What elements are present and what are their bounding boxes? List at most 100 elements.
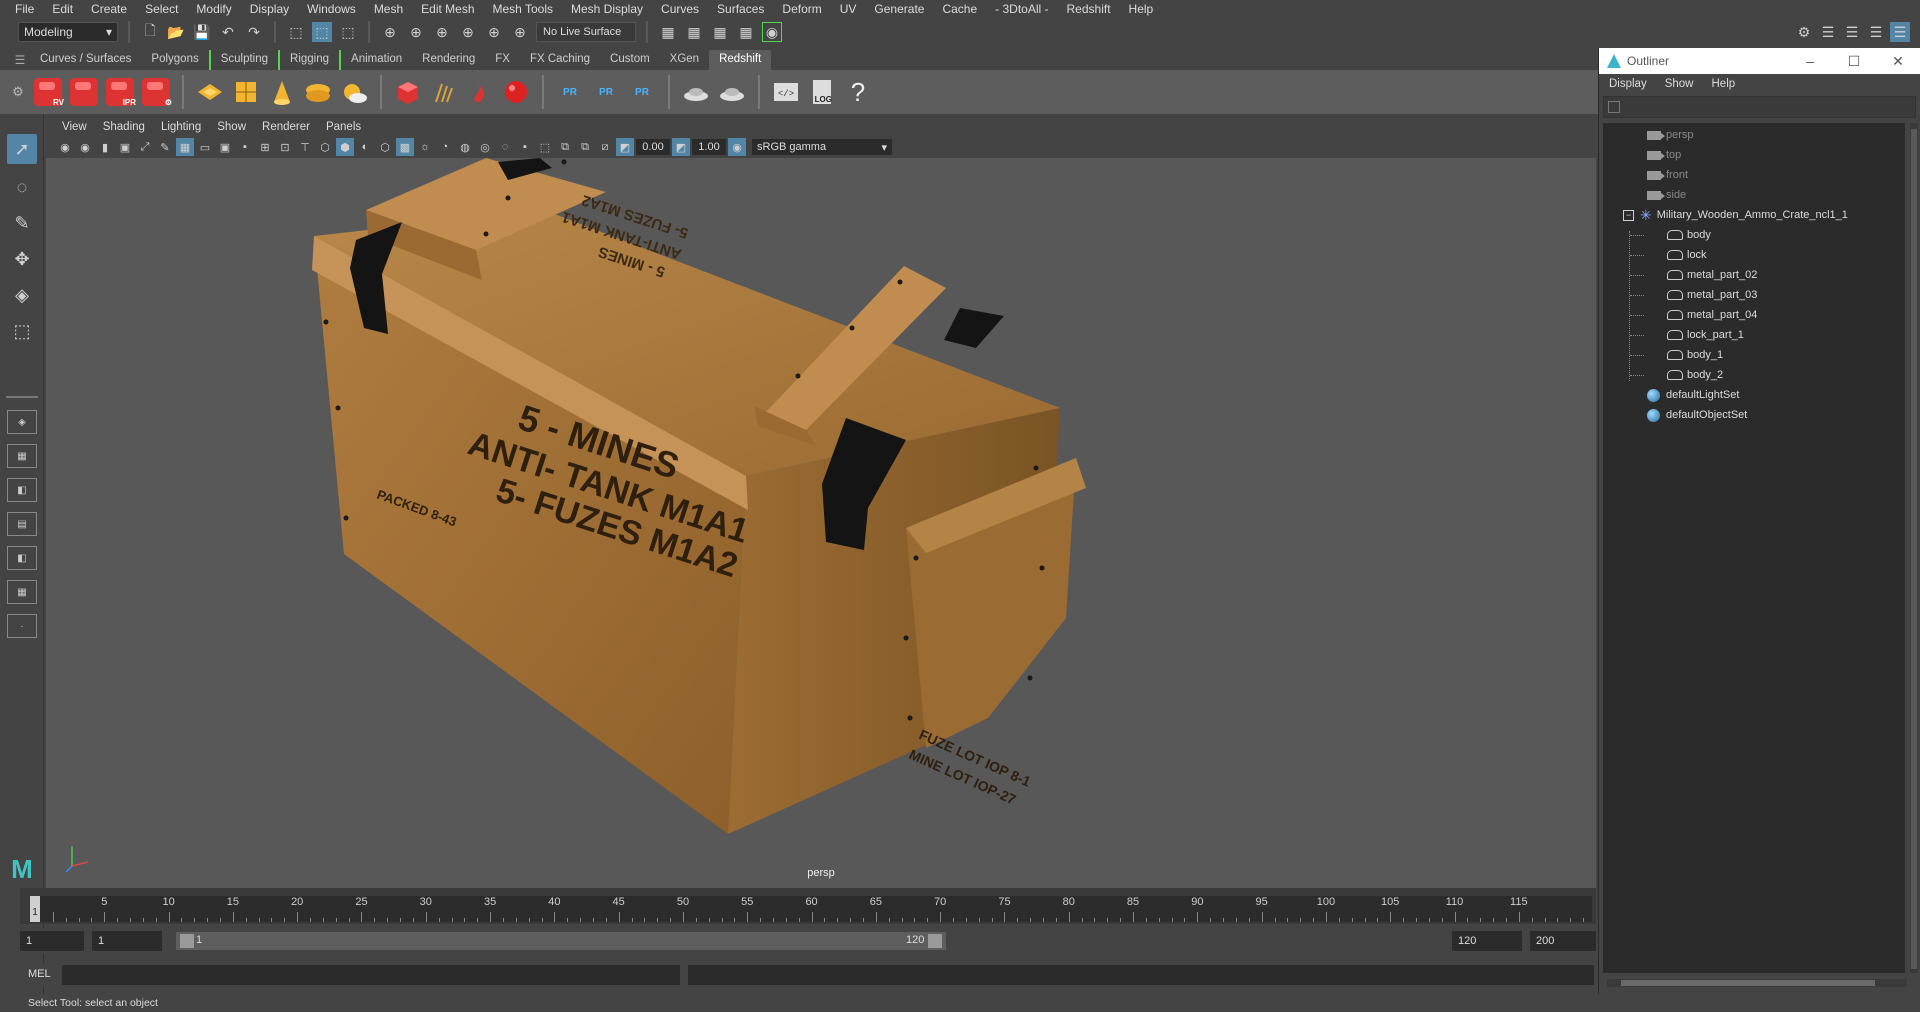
color-management-icon[interactable]: ◉: [728, 138, 746, 156]
minimize-icon[interactable]: –: [1788, 53, 1832, 70]
field-chart-icon[interactable]: ⊞: [256, 138, 274, 156]
current-time-marker[interactable]: 1: [30, 896, 40, 922]
menu-edit-mesh[interactable]: Edit Mesh: [412, 2, 483, 16]
camera-select-icon[interactable]: ◉: [56, 138, 74, 156]
screen-space-ao-icon[interactable]: ◍: [456, 138, 474, 156]
shelf-tab-fx-caching[interactable]: FX Caching: [520, 50, 600, 70]
undo-icon[interactable]: ↶: [218, 22, 238, 42]
gamma-field[interactable]: 1.00: [692, 139, 726, 155]
outliner-item-metal-part-04[interactable]: metal_part_04: [1667, 305, 1757, 325]
ies-light-icon[interactable]: [302, 76, 334, 108]
range-slider-bar[interactable]: 1 120: [176, 932, 946, 950]
time-slider[interactable]: 5 10 15 20 25 30 35 40 45 50 55 60 65 70 75 80 85 90 95 100…: [20, 888, 1596, 924]
redshift-render-view-icon[interactable]: RV: [32, 76, 64, 108]
outliner-menu-help[interactable]: Help: [1712, 78, 1736, 90]
spot-light-icon[interactable]: [266, 76, 298, 108]
paint-select-tool-icon[interactable]: ✎: [7, 208, 37, 238]
time-slider-track[interactable]: 5 10 15 20 25 30 35 40 45 50 55 60 65 70 75 80 85 90 95 100…: [36, 896, 1592, 922]
log-icon[interactable]: LOG: [806, 76, 838, 108]
gamma-icon[interactable]: ◩: [672, 138, 690, 156]
outliner-vertical-scrollbar[interactable]: [1910, 123, 1918, 973]
workspace-icon[interactable]: ⚙: [1794, 22, 1814, 42]
use-all-lights-icon[interactable]: ☼: [416, 138, 434, 156]
render-view-icon[interactable]: ▦: [658, 22, 678, 42]
open-scene-icon[interactable]: 📂: [166, 22, 186, 42]
range-start-handle[interactable]: [180, 934, 194, 948]
view-transform-dropdown[interactable]: sRGB gamma ▾: [752, 139, 892, 155]
outliner-item-defaultlightset[interactable]: defaultLightSet: [1647, 385, 1739, 405]
filter-icon[interactable]: [1608, 101, 1620, 113]
snap-curve-icon[interactable]: ⊕: [406, 22, 426, 42]
outliner-item-top[interactable]: top: [1647, 145, 1681, 165]
shelf-tab-fx[interactable]: FX: [485, 50, 520, 70]
command-input[interactable]: [62, 965, 680, 985]
layout-graph-icon[interactable]: ◧: [7, 546, 37, 570]
menu-display[interactable]: Display: [241, 2, 298, 16]
2d-pan-zoom-icon[interactable]: ⤢: [136, 138, 154, 156]
menu-edit[interactable]: Edit: [43, 2, 82, 16]
multisample-aa-icon[interactable]: ◌: [496, 138, 514, 156]
snap-surface-icon[interactable]: ⊕: [484, 22, 504, 42]
menu-create[interactable]: Create: [82, 2, 136, 16]
pr-swap-icon[interactable]: PR: [626, 76, 658, 108]
move-tool-icon[interactable]: ✥: [7, 244, 37, 274]
panel-menu-panels[interactable]: Panels: [318, 121, 369, 133]
grease-pencil-icon[interactable]: ✎: [156, 138, 174, 156]
shelf-menu-icon[interactable]: ☰: [10, 50, 30, 70]
outliner-item-metal-part-03[interactable]: metal_part_03: [1667, 285, 1757, 305]
physical-light-icon[interactable]: [230, 76, 262, 108]
save-scene-icon[interactable]: 💾: [192, 22, 212, 42]
menu-set-dropdown[interactable]: Modeling ▾: [18, 22, 118, 42]
outliner-menu-display[interactable]: Display: [1609, 78, 1647, 90]
film-gate-icon[interactable]: ▭: [196, 138, 214, 156]
outliner-list[interactable]: persp top front side − ✳ Military_Wooden_Ammo_…: [1603, 123, 1905, 973]
maximize-icon[interactable]: ☐: [1832, 53, 1876, 70]
render-frame-icon[interactable]: ▦: [684, 22, 704, 42]
snap-grid-icon[interactable]: ⊕: [380, 22, 400, 42]
viewport-persp[interactable]: 5 - MINES ANTI-TANK M1A1 5- FUZES M1A2 5…: [46, 158, 1596, 888]
attribute-editor-icon[interactable]: ☰: [1818, 22, 1838, 42]
layout-more-icon[interactable]: ·: [7, 614, 37, 638]
textured-icon[interactable]: ▩: [396, 138, 414, 156]
outliner-item-lock[interactable]: lock: [1667, 245, 1707, 265]
outliner-item-body[interactable]: body: [1667, 225, 1711, 245]
redshift-settings-icon[interactable]: ⚙: [140, 76, 172, 108]
panel-menu-view[interactable]: View: [54, 121, 95, 133]
outliner-filter-bar[interactable]: [1603, 96, 1916, 118]
range-end-handle[interactable]: [928, 934, 942, 948]
shelf-tab-animation[interactable]: Animation: [341, 50, 412, 70]
select-tool-icon[interactable]: ➚: [7, 134, 37, 164]
pr-export-icon[interactable]: PR: [590, 76, 622, 108]
ipr-render-icon[interactable]: ▦: [710, 22, 730, 42]
anim-end-field[interactable]: 120: [1452, 931, 1522, 951]
outliner-item-front[interactable]: front: [1647, 165, 1688, 185]
end-time-field[interactable]: 200: [1530, 931, 1596, 951]
menu-modify[interactable]: Modify: [187, 2, 240, 16]
shelf-tab-custom[interactable]: Custom: [600, 50, 660, 70]
xray-icon[interactable]: ⧉: [556, 138, 574, 156]
collapse-icon[interactable]: −: [1623, 209, 1634, 221]
gate-mask-icon[interactable]: ▪: [236, 138, 254, 156]
panel-menu-show[interactable]: Show: [209, 121, 254, 133]
script-language-label[interactable]: MEL: [28, 968, 51, 980]
outliner-item-persp[interactable]: persp: [1647, 125, 1694, 145]
material-ball-icon[interactable]: [500, 76, 532, 108]
snap-plane-icon[interactable]: ⊕: [510, 22, 530, 42]
live-surface-field[interactable]: No Live Surface: [536, 22, 636, 42]
outliner-item-side[interactable]: side: [1647, 185, 1686, 205]
grid-toggle-icon[interactable]: ▦: [176, 138, 194, 156]
shelf-tab-curves-surfaces[interactable]: Curves / Surfaces: [30, 50, 141, 70]
redo-icon[interactable]: ↷: [244, 22, 264, 42]
select-hierarchy-icon[interactable]: ⬚: [286, 22, 306, 42]
use-default-material-icon[interactable]: ◐: [356, 138, 374, 156]
resolution-gate-icon[interactable]: ▣: [216, 138, 234, 156]
menu-3dtoall[interactable]: - 3DtoAll -: [986, 2, 1057, 16]
menu-mesh-display[interactable]: Mesh Display: [562, 2, 652, 16]
sun-sky-icon[interactable]: [338, 76, 370, 108]
menu-help[interactable]: Help: [1120, 2, 1163, 16]
bake-icon[interactable]: [680, 76, 712, 108]
hypershade-icon[interactable]: ◉: [762, 22, 782, 42]
new-scene-icon[interactable]: 🗋: [140, 22, 160, 42]
menu-redshift[interactable]: Redshift: [1058, 2, 1120, 16]
menu-mesh-tools[interactable]: Mesh Tools: [484, 2, 562, 16]
